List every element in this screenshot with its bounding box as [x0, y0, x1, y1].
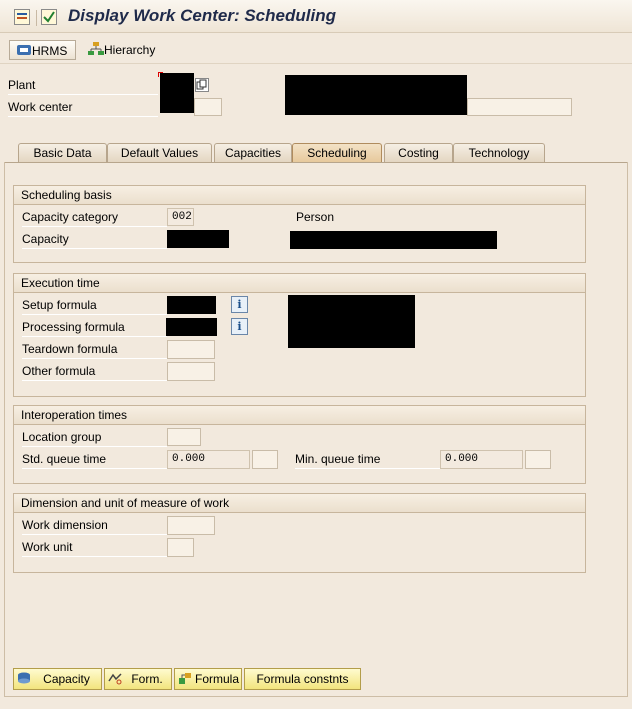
hrms-icon: [17, 45, 31, 55]
setup-info-icon[interactable]: i: [231, 296, 248, 313]
capacity-button-label: Capacity: [43, 672, 90, 686]
std-queue-time-unit-field[interactable]: [252, 450, 278, 469]
plant-label: Plant: [8, 78, 158, 95]
work-unit-field[interactable]: [167, 538, 194, 557]
other-formula-label: Other formula: [22, 364, 167, 381]
capacity-category-label: Capacity category: [22, 210, 167, 227]
formula-button-label: Formula: [194, 672, 239, 686]
work-dimension-label: Work dimension: [22, 518, 167, 535]
interoperation-times-title: Interoperation times: [14, 406, 585, 425]
capacity-button[interactable]: Capacity: [13, 668, 102, 690]
hierarchy-icon: [88, 42, 104, 55]
customize-checkbox-icon[interactable]: [41, 9, 57, 25]
capacity-icon: [18, 672, 30, 684]
tab-capacities[interactable]: Capacities: [214, 143, 292, 162]
formula-button[interactable]: Formula: [174, 668, 242, 690]
field-focus-marker: [158, 72, 163, 77]
capacity-label: Capacity: [22, 232, 167, 249]
work-center-description-field: [467, 98, 572, 116]
std-queue-time-field[interactable]: 0.000: [167, 450, 250, 469]
setup-formula-label: Setup formula: [22, 298, 167, 315]
min-queue-time-unit-field[interactable]: [525, 450, 551, 469]
capacity-category-text: Person: [296, 210, 335, 224]
hrms-label: HRMS: [32, 44, 68, 58]
tab-basic-data[interactable]: Basic Data: [18, 143, 107, 162]
hierarchy-label: Hierarchy: [104, 43, 156, 57]
processing-formula-label: Processing formula: [22, 320, 167, 337]
copy-icon[interactable]: [195, 78, 209, 92]
execution-time-title: Execution time: [14, 274, 585, 293]
plant-field-redacted[interactable]: [160, 73, 194, 113]
teardown-formula-field[interactable]: [167, 340, 215, 359]
hrms-button[interactable]: HRMS: [9, 40, 76, 60]
scheduling-basis-title: Scheduling basis: [14, 186, 585, 205]
min-queue-time-field[interactable]: 0.000: [440, 450, 523, 469]
menu-icon[interactable]: [14, 9, 30, 25]
location-group-label: Location group: [22, 430, 167, 447]
capacity-description-redacted: [290, 231, 497, 249]
form-button[interactable]: Form.: [104, 668, 172, 690]
work-center-field-tail[interactable]: [194, 98, 222, 116]
capacity-field-redacted[interactable]: [167, 230, 229, 248]
formula-icon: [179, 673, 191, 684]
processing-info-icon[interactable]: i: [231, 318, 248, 335]
tab-costing[interactable]: Costing: [384, 143, 453, 162]
tab-default-values[interactable]: Default Values: [107, 143, 212, 162]
dimension-unit-title: Dimension and unit of measure of work: [14, 494, 585, 513]
work-center-label: Work center: [8, 100, 158, 117]
processing-formula-field-redacted[interactable]: [166, 318, 217, 336]
form-icon: [108, 673, 122, 685]
work-dimension-field[interactable]: [167, 516, 215, 535]
teardown-formula-label: Teardown formula: [22, 342, 167, 359]
tab-scheduling[interactable]: Scheduling: [292, 143, 382, 162]
setup-formula-field-redacted[interactable]: [167, 296, 216, 314]
work-unit-label: Work unit: [22, 540, 167, 557]
capacity-category-field[interactable]: 002: [167, 208, 194, 226]
formula-description-redacted: [288, 295, 415, 348]
std-queue-time-label: Std. queue time: [22, 452, 167, 469]
tab-technology[interactable]: Technology: [453, 143, 545, 162]
page-title: Display Work Center: Scheduling: [68, 6, 336, 25]
title-separator: [36, 10, 37, 26]
location-group-field[interactable]: [167, 428, 201, 446]
hierarchy-button[interactable]: Hierarchy: [82, 40, 164, 60]
min-queue-time-label: Min. queue time: [295, 452, 440, 469]
form-button-label: Form.: [131, 672, 163, 686]
formula-constants-button[interactable]: Formula constnts: [244, 668, 361, 690]
work-center-description-redacted: [285, 75, 467, 115]
other-formula-field[interactable]: [167, 362, 215, 381]
